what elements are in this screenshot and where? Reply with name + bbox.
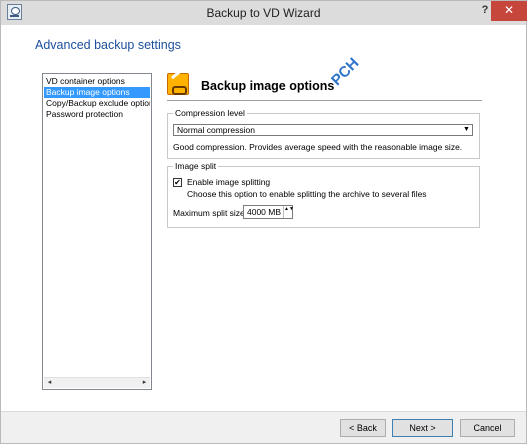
max-split-size-input[interactable]: 4000 MB ▲▼: [243, 205, 294, 219]
enable-splitting-label[interactable]: Enable image splitting: [187, 177, 270, 187]
chevron-down-icon[interactable]: ▼: [461, 125, 472, 135]
close-button[interactable]: ✕: [491, 1, 527, 21]
horizontal-scrollbar[interactable]: ◂ ▸: [44, 377, 150, 388]
wizard-header: Advanced backup settings: [1, 25, 526, 71]
compression-level-group: Compression level Normal compression ▼ G…: [167, 108, 480, 159]
nav-item-backup-image-options[interactable]: Backup image options: [44, 87, 150, 98]
scroll-right-icon[interactable]: ▸: [139, 378, 150, 388]
cancel-button[interactable]: Cancel: [460, 419, 515, 437]
image-split-group: Image split ✔ Enable image splitting Cho…: [167, 161, 480, 228]
page-title: Advanced backup settings: [35, 38, 181, 52]
next-button[interactable]: Next >: [392, 419, 453, 437]
compression-description: Good compression. Provides average speed…: [173, 142, 463, 152]
back-button[interactable]: < Back: [340, 419, 386, 437]
compression-level-select[interactable]: Normal compression ▼: [173, 124, 473, 136]
settings-nav-list[interactable]: VD container options Backup image option…: [42, 73, 152, 390]
panel-title: Backup image options: [201, 79, 335, 93]
nav-item-password-protection[interactable]: Password protection: [44, 109, 150, 120]
enable-splitting-checkbox[interactable]: ✔: [173, 178, 182, 187]
split-group-label: Image split: [173, 161, 219, 171]
scroll-left-icon[interactable]: ◂: [44, 378, 55, 388]
compression-selected-value: Normal compression: [177, 125, 255, 135]
split-description: Choose this option to enable splitting t…: [187, 189, 427, 199]
wizard-footer: < Back Next > Cancel: [1, 411, 526, 443]
panel-divider: [167, 100, 482, 101]
backup-image-icon: [167, 73, 189, 95]
compression-group-label: Compression level: [173, 108, 247, 118]
max-split-size-label: Maximum split size:: [173, 208, 248, 218]
nav-item-copy-backup-exclude-options[interactable]: Copy/Backup exclude options: [44, 98, 150, 109]
wizard-window: Backup to VD Wizard ? ✕ Advanced backup …: [0, 0, 527, 444]
title-bar[interactable]: Backup to VD Wizard ? ✕: [1, 1, 527, 25]
spinner-arrows-icon[interactable]: ▲▼: [283, 206, 294, 218]
nav-item-vd-container-options[interactable]: VD container options: [44, 76, 150, 87]
window-title: Backup to VD Wizard: [206, 6, 321, 20]
max-split-size-value: 4000 MB: [247, 207, 282, 217]
wizard-body: VD container options Backup image option…: [1, 55, 526, 411]
